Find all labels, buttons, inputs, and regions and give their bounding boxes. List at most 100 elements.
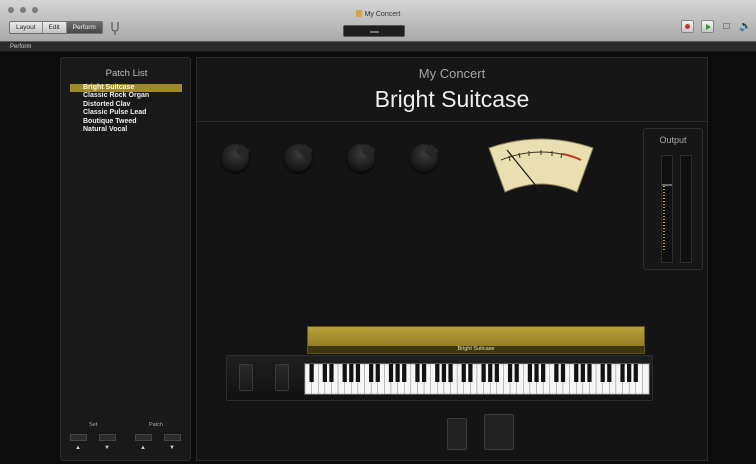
black-key[interactable] [494, 364, 499, 382]
black-key[interactable] [322, 364, 327, 382]
piano-keyboard[interactable] [304, 363, 650, 395]
black-key[interactable] [349, 364, 354, 382]
black-key[interactable] [541, 364, 546, 382]
set-patch-navigator: Set Patch ▲ ▼ ▲ ▼ [61, 420, 192, 456]
lcd-indicator [370, 31, 379, 33]
black-key[interactable] [600, 364, 605, 382]
patch-list-title: Patch List [105, 68, 148, 79]
patch-previous-box [135, 434, 152, 441]
patch-list-panel: Patch List Bright Suitcase Classic Rock … [60, 57, 191, 461]
black-key[interactable] [507, 364, 513, 382]
pitch-bend-wheel[interactable] [239, 364, 253, 391]
black-key[interactable] [355, 364, 361, 382]
lcd-display [343, 25, 405, 37]
black-key[interactable] [388, 364, 394, 382]
black-key[interactable] [488, 364, 493, 382]
panic-icon[interactable]: □ [721, 20, 732, 33]
black-key[interactable] [574, 364, 579, 382]
vu-meter [488, 138, 594, 193]
black-key[interactable] [527, 364, 533, 382]
patch-list: Bright Suitcase Classic Rock Organ Disto… [70, 84, 182, 134]
mode-subbar: Perform [0, 42, 756, 52]
black-key[interactable] [627, 364, 632, 382]
black-key[interactable] [633, 364, 638, 382]
play-button[interactable] [701, 20, 714, 33]
black-key[interactable] [402, 364, 407, 382]
black-key[interactable] [534, 364, 539, 382]
mode-switcher: Layout Edit Perform [9, 21, 103, 34]
window-controls [8, 7, 38, 13]
black-key[interactable] [481, 364, 486, 382]
knob-2[interactable] [284, 144, 312, 172]
black-key[interactable] [329, 364, 334, 382]
black-key[interactable] [421, 364, 427, 382]
knob-1[interactable] [221, 144, 249, 172]
patch-item-classic-pulse-lead[interactable]: Classic Pulse Lead [70, 109, 182, 117]
patch-next-arrow-icon[interactable]: ▼ [169, 445, 175, 451]
black-key[interactable] [369, 364, 374, 382]
concert-name: My Concert [418, 66, 486, 81]
record-button[interactable] [681, 20, 694, 33]
perform-mode-button[interactable]: Perform [66, 22, 102, 33]
black-key[interactable] [342, 364, 347, 382]
black-key[interactable] [375, 364, 380, 382]
output-panel: Output [643, 128, 703, 270]
black-key[interactable] [580, 364, 585, 382]
set-label: Set [89, 422, 98, 428]
title-toolbar: Layout Edit Perform My Concert □ 🔈 [0, 0, 756, 42]
knob-4[interactable] [410, 144, 438, 172]
device-button-left[interactable] [447, 418, 467, 450]
performance-workspace: My Concert Bright Suitcase Output Bright… [196, 57, 708, 461]
white-key[interactable] [642, 363, 650, 395]
current-mode-label: Perform [10, 44, 32, 50]
black-key[interactable] [415, 364, 420, 382]
set-next-box [99, 434, 116, 441]
black-key[interactable] [435, 364, 440, 382]
current-patch-name: Bright Suitcase [374, 86, 530, 112]
vu-meter-face [488, 138, 594, 193]
zoom-window-button[interactable] [32, 7, 38, 13]
patch-item-classic-rock-organ[interactable]: Classic Rock Organ [70, 92, 182, 100]
patch-item-natural-vocal[interactable]: Natural Vocal [70, 126, 182, 134]
speaker-icon[interactable]: 🔈 [739, 20, 751, 33]
black-key[interactable] [607, 364, 612, 382]
patch-next-box [164, 434, 181, 441]
set-previous-arrow-icon[interactable]: ▲ [75, 445, 81, 451]
close-window-button[interactable] [8, 7, 14, 13]
set-next-arrow-icon[interactable]: ▼ [104, 445, 110, 451]
black-key[interactable] [587, 364, 592, 382]
mainstage-window: Layout Edit Perform My Concert □ 🔈 Perfo… [0, 0, 756, 464]
piano-keys[interactable] [304, 363, 650, 395]
black-key[interactable] [560, 364, 566, 382]
layout-mode-button[interactable]: Layout [10, 22, 43, 33]
black-key[interactable] [620, 364, 625, 382]
black-key[interactable] [514, 364, 519, 382]
black-key[interactable] [468, 364, 473, 382]
black-key[interactable] [461, 364, 466, 382]
output-title: Output [659, 135, 687, 145]
window-title: My Concert [340, 10, 416, 19]
modulation-wheel[interactable] [275, 364, 289, 391]
window-title-text: My Concert [364, 11, 401, 18]
black-key[interactable] [395, 364, 400, 382]
black-key[interactable] [441, 364, 447, 382]
output-meter-left [661, 155, 673, 263]
patch-previous-arrow-icon[interactable]: ▲ [140, 445, 146, 451]
black-key[interactable] [448, 364, 453, 382]
layer-assignment-bar: Bright Suitcase [307, 326, 645, 354]
patch-item-distorted-clav[interactable]: Distorted Clav [70, 101, 182, 109]
minimize-window-button[interactable] [20, 7, 26, 13]
knob-3[interactable] [347, 144, 375, 172]
black-key[interactable] [309, 364, 314, 382]
keyboard-module [226, 355, 653, 401]
tuning-fork-icon[interactable] [107, 20, 123, 36]
black-key[interactable] [554, 364, 559, 382]
device-button-right[interactable] [484, 414, 514, 450]
patch-item-bright-suitcase[interactable]: Bright Suitcase [70, 84, 182, 93]
set-previous-box [70, 434, 87, 441]
edit-mode-button[interactable]: Edit [42, 22, 67, 33]
patch-item-boutique-tweed[interactable]: Boutique Tweed [70, 118, 182, 126]
layer-assignment-label: Bright Suitcase [308, 346, 644, 353]
concert-document-icon [355, 10, 362, 17]
toolbar-right-controls: □ 🔈 [681, 20, 751, 33]
